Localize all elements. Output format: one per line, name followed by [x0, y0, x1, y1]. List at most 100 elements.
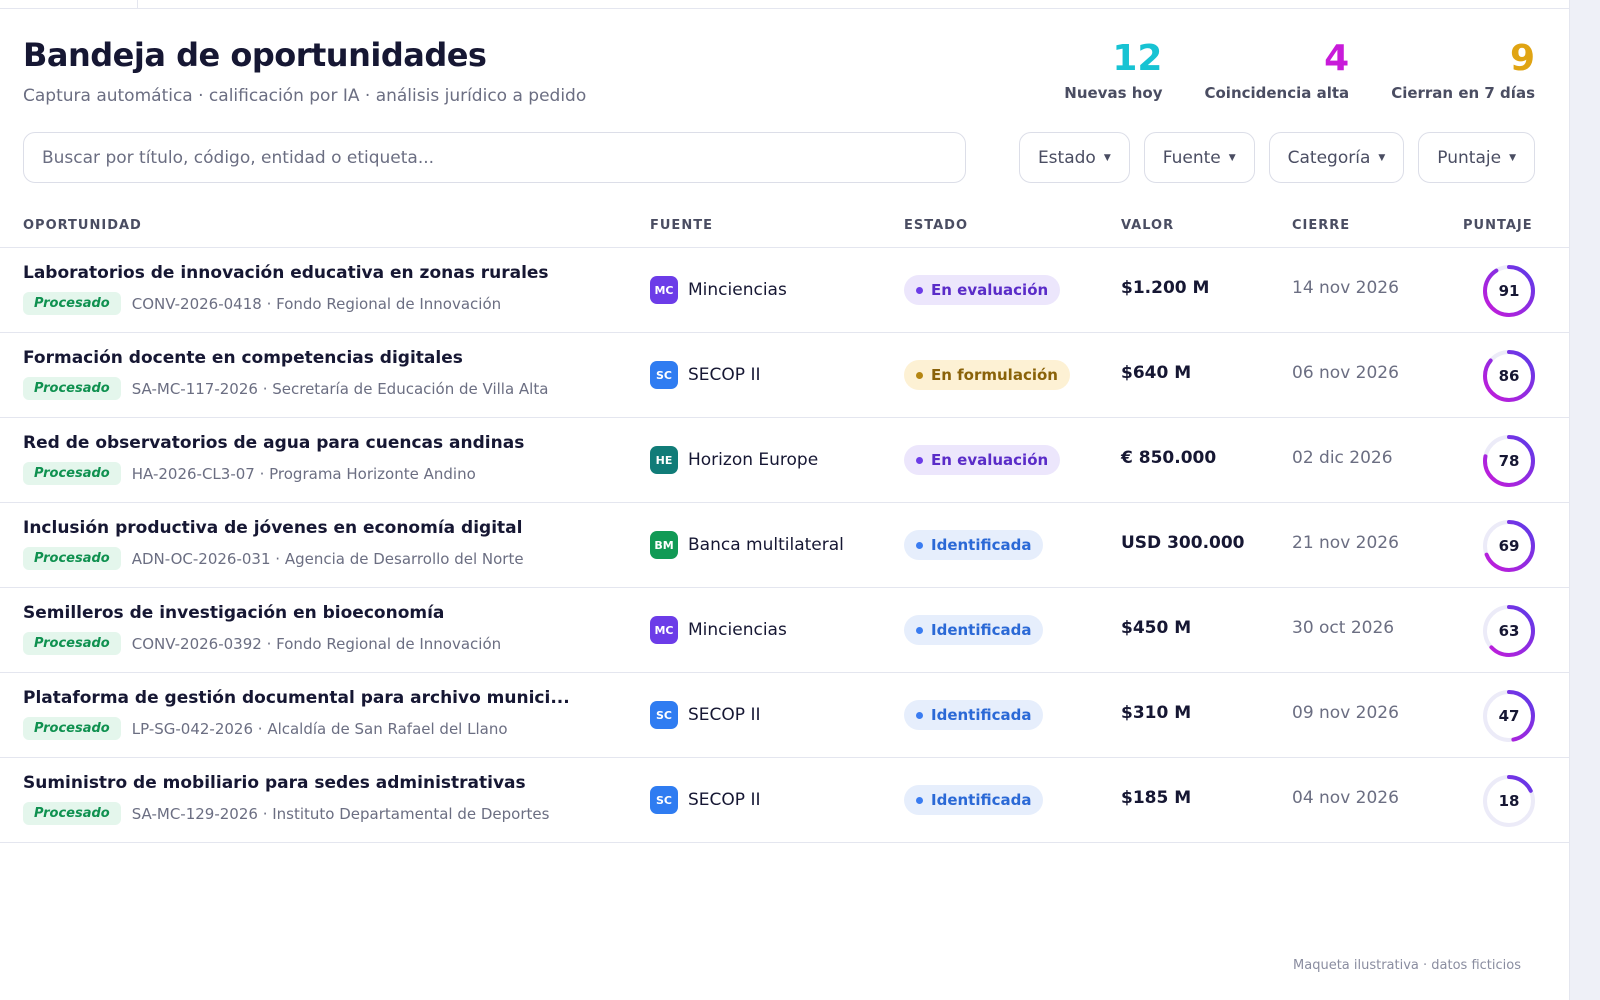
- opportunity-title[interactable]: Semilleros de investigación en bioeconom…: [23, 603, 593, 623]
- processed-badge: Procesado: [23, 717, 121, 740]
- tab-stub[interactable]: [18, 0, 138, 9]
- status-badge: Identificada: [904, 615, 1044, 645]
- opportunity-value: $640 M: [1121, 363, 1192, 383]
- filter-label: Categoría: [1287, 147, 1371, 168]
- filter-status-button[interactable]: Estado ▼: [1018, 132, 1130, 183]
- page-subtitle: Captura automática · calificación por IA…: [23, 86, 587, 106]
- filter-category-button[interactable]: Categoría ▼: [1268, 132, 1405, 183]
- score-ring: 78: [1482, 434, 1536, 488]
- stat-label: Coincidencia alta: [1204, 83, 1350, 102]
- status-badge: Identificada: [904, 530, 1044, 560]
- source-logo-icon: SC: [650, 701, 678, 729]
- stat-label: Cierran en 7 días: [1391, 83, 1535, 102]
- table-row[interactable]: Suministro de mobiliario para sedes admi…: [0, 758, 1570, 843]
- caret-down-icon: ▼: [1378, 152, 1386, 163]
- status-label: Identificada: [931, 536, 1032, 554]
- closing-date: 04 nov 2026: [1292, 788, 1399, 808]
- stat-value: 9: [1509, 38, 1535, 79]
- opportunity-value: $1.200 M: [1121, 278, 1210, 298]
- score-value: 91: [1498, 282, 1520, 300]
- filter-label: Puntaje: [1437, 147, 1502, 168]
- table-row[interactable]: Inclusión productiva de jóvenes en econo…: [0, 503, 1570, 588]
- status-label: Identificada: [931, 791, 1032, 809]
- opportunity-title[interactable]: Inclusión productiva de jóvenes en econo…: [23, 518, 593, 538]
- column-header-source[interactable]: FUENTE: [650, 218, 713, 233]
- status-dot-icon: [916, 456, 923, 464]
- column-header-close[interactable]: CIERRE: [1292, 218, 1350, 233]
- status-badge: En evaluación: [904, 445, 1061, 475]
- source-logo-icon: BM: [650, 531, 678, 559]
- score-ring: 69: [1482, 519, 1536, 573]
- column-header-score[interactable]: PUNTAJE: [1463, 218, 1533, 233]
- filter-score-button[interactable]: Puntaje ▼: [1418, 132, 1535, 183]
- status-badge: En evaluación: [904, 275, 1061, 305]
- processed-badge: Procesado: [23, 547, 121, 570]
- opportunity-code: CONV-2026-0418 · Fondo Regional de Innov…: [131, 294, 502, 313]
- source-logo-icon: MC: [650, 276, 678, 304]
- table-row[interactable]: Semilleros de investigación en bioeconom…: [0, 588, 1570, 673]
- opportunity-title[interactable]: Laboratorios de innovación educativa en …: [23, 263, 593, 283]
- source-logo-icon: MC: [650, 616, 678, 644]
- processed-badge: Procesado: [23, 377, 121, 400]
- page-title: Bandeja de oportunidades: [23, 36, 487, 74]
- source-cell: BM Banca multilateral: [650, 531, 844, 559]
- score-value: 86: [1498, 367, 1520, 385]
- status-dot-icon: [916, 371, 923, 379]
- opportunity-title[interactable]: Plataforma de gestión documental para ar…: [23, 688, 593, 708]
- closing-date: 09 nov 2026: [1292, 703, 1399, 723]
- search-box: [23, 132, 966, 183]
- score-value: 63: [1498, 622, 1520, 640]
- status-badge: En formulación: [904, 360, 1070, 390]
- closing-date: 06 nov 2026: [1292, 363, 1399, 383]
- opportunity-value: $450 M: [1121, 618, 1192, 638]
- score-ring: 86: [1482, 349, 1536, 403]
- table-row[interactable]: Formación docente en competencias digita…: [0, 333, 1570, 418]
- table-header: OPORTUNIDAD FUENTE ESTADO VALOR CIERRE P…: [0, 206, 1570, 248]
- score-ring: 18: [1482, 774, 1536, 828]
- score-value: 47: [1498, 707, 1520, 725]
- score-value: 78: [1498, 452, 1520, 470]
- status-label: Identificada: [931, 706, 1032, 724]
- table-row[interactable]: Plataforma de gestión documental para ar…: [0, 673, 1570, 758]
- stat-closing-soon: 9 Cierran en 7 días: [1391, 40, 1535, 102]
- filter-source-button[interactable]: Fuente ▼: [1143, 132, 1255, 183]
- stat-value: 4: [1324, 38, 1350, 79]
- caret-down-icon: ▼: [1509, 152, 1516, 163]
- source-cell: MC Minciencias: [650, 276, 787, 304]
- opportunity-meta: Procesado SA-MC-129-2026 · Instituto Dep…: [23, 802, 549, 825]
- stat-value: 12: [1112, 38, 1163, 79]
- column-header-opportunity[interactable]: OPORTUNIDAD: [23, 218, 142, 233]
- source-cell: SC SECOP II: [650, 786, 760, 814]
- source-name: Horizon Europe: [688, 450, 819, 470]
- opportunity-meta: Procesado ADN-OC-2026-031 · Agencia de D…: [23, 547, 524, 570]
- closing-date: 30 oct 2026: [1292, 618, 1395, 638]
- source-name: SECOP II: [688, 705, 761, 725]
- source-logo-icon: SC: [650, 361, 678, 389]
- opportunity-value: $185 M: [1121, 788, 1192, 808]
- opportunity-value: € 850.000: [1121, 448, 1217, 468]
- status-label: En evaluación: [931, 281, 1049, 299]
- status-badge: Identificada: [904, 700, 1044, 730]
- status-label: Identificada: [931, 621, 1032, 639]
- column-header-value[interactable]: VALOR: [1121, 218, 1174, 233]
- footnote: Maqueta ilustrativa · datos ficticios: [1293, 958, 1521, 973]
- stats-summary: 12 Nuevas hoy 4 Coincidencia alta 9 Cier…: [1022, 40, 1535, 102]
- source-cell: MC Minciencias: [650, 616, 787, 644]
- opportunity-meta: Procesado CONV-2026-0392 · Fondo Regiona…: [23, 632, 501, 655]
- source-cell: HE Horizon Europe: [650, 446, 818, 474]
- table-row[interactable]: Laboratorios de innovación educativa en …: [0, 248, 1570, 333]
- column-header-status[interactable]: ESTADO: [904, 218, 968, 233]
- caret-down-icon: ▼: [1228, 152, 1236, 163]
- search-input[interactable]: [42, 147, 965, 168]
- opportunity-title[interactable]: Suministro de mobiliario para sedes admi…: [23, 773, 593, 793]
- opportunity-meta: Procesado LP-SG-042-2026 · Alcaldía de S…: [23, 717, 508, 740]
- opportunity-title[interactable]: Formación docente en competencias digita…: [23, 348, 593, 368]
- filter-label: Estado: [1037, 147, 1096, 168]
- table-row[interactable]: Red de observatorios de agua para cuenca…: [0, 418, 1570, 503]
- status-dot-icon: [916, 711, 923, 719]
- status-dot-icon: [916, 541, 923, 549]
- score-ring: 47: [1482, 689, 1536, 743]
- status-dot-icon: [916, 626, 923, 634]
- opportunity-title[interactable]: Red de observatorios de agua para cuenca…: [23, 433, 593, 453]
- opportunity-code: SA-MC-117-2026 · Secretaría de Educación…: [131, 379, 549, 398]
